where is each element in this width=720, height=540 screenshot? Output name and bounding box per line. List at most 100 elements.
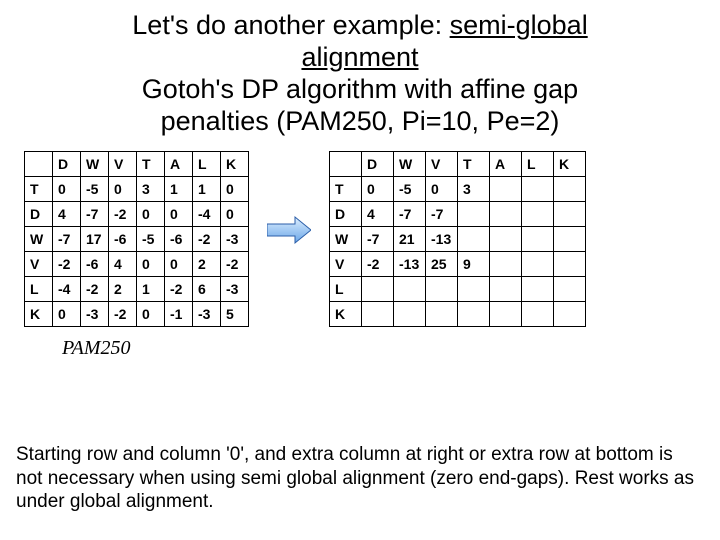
cell <box>554 202 586 227</box>
cell <box>554 252 586 277</box>
cell: 1 <box>137 277 165 302</box>
table-row: D 4 -7 -2 0 0 -4 0 <box>25 202 249 227</box>
cell: -4 <box>193 202 221 227</box>
cell: 0 <box>165 202 193 227</box>
col-header: K <box>554 152 586 177</box>
col-header: T <box>137 152 165 177</box>
cell: -7 <box>426 202 458 227</box>
pam250-table: D W V T A L K T 0 -5 0 3 1 1 0 D 4 - <box>24 151 249 327</box>
row-header: D <box>330 202 362 227</box>
table-header-row: D W V T A L K <box>330 152 586 177</box>
cell: -2 <box>109 202 137 227</box>
cell: 0 <box>137 202 165 227</box>
cell <box>490 227 522 252</box>
cell: -13 <box>426 227 458 252</box>
cell: 0 <box>221 202 249 227</box>
col-header: V <box>109 152 137 177</box>
table-row: L -4 -2 2 1 -2 6 -3 <box>25 277 249 302</box>
arrow-right-icon <box>267 215 311 245</box>
cell: 0 <box>53 177 81 202</box>
cell: 2 <box>109 277 137 302</box>
cell <box>394 302 426 327</box>
cell: -2 <box>53 252 81 277</box>
cell: -3 <box>81 302 109 327</box>
row-header: K <box>330 302 362 327</box>
cell: -13 <box>394 252 426 277</box>
row-header: T <box>25 177 53 202</box>
cell <box>522 202 554 227</box>
cell <box>554 302 586 327</box>
cell: 6 <box>193 277 221 302</box>
title-line1-ul: semi-global <box>450 10 588 40</box>
cell: 0 <box>426 177 458 202</box>
title-line2: alignment <box>301 42 418 72</box>
cell <box>490 252 522 277</box>
table-row: L <box>330 277 586 302</box>
dp-table: D W V T A L K T 0 -5 0 3 D 4 -7 <box>329 151 586 327</box>
col-header: A <box>490 152 522 177</box>
pam250-caption: PAM250 <box>62 337 692 360</box>
row-header: D <box>25 202 53 227</box>
table-row: D 4 -7 -7 <box>330 202 586 227</box>
cell: 25 <box>426 252 458 277</box>
footer-text: Starting row and column '0', and extra c… <box>16 443 704 514</box>
cell: 0 <box>109 177 137 202</box>
cell: -7 <box>394 202 426 227</box>
cell: 4 <box>362 202 394 227</box>
cell: -5 <box>137 227 165 252</box>
table-corner <box>25 152 53 177</box>
cell <box>554 277 586 302</box>
cell: -6 <box>109 227 137 252</box>
cell <box>362 277 394 302</box>
tables-row: D W V T A L K T 0 -5 0 3 1 1 0 D 4 - <box>24 151 692 327</box>
cell: 3 <box>458 177 490 202</box>
cell: 21 <box>394 227 426 252</box>
table-row: V -2 -6 4 0 0 2 -2 <box>25 252 249 277</box>
cell: -7 <box>362 227 394 252</box>
title-line1-pre: Let's do another example: <box>132 10 449 40</box>
cell <box>522 277 554 302</box>
col-header: L <box>193 152 221 177</box>
arrow-wrap <box>267 151 311 245</box>
col-header: D <box>362 152 394 177</box>
row-header: L <box>330 277 362 302</box>
cell: -5 <box>394 177 426 202</box>
row-header: W <box>25 227 53 252</box>
cell <box>490 277 522 302</box>
title-line3: Gotoh's DP algorithm with affine gap <box>142 74 578 104</box>
col-header: V <box>426 152 458 177</box>
cell: -2 <box>362 252 394 277</box>
cell: -3 <box>221 227 249 252</box>
col-header: W <box>394 152 426 177</box>
cell: 0 <box>221 177 249 202</box>
col-header: T <box>458 152 490 177</box>
cell: -1 <box>165 302 193 327</box>
cell: -4 <box>53 277 81 302</box>
cell: -2 <box>221 252 249 277</box>
page-title: Let's do another example: semi-global al… <box>28 10 692 137</box>
table-header-row: D W V T A L K <box>25 152 249 177</box>
cell <box>554 227 586 252</box>
cell: -2 <box>109 302 137 327</box>
table-corner <box>330 152 362 177</box>
cell: -5 <box>81 177 109 202</box>
cell <box>522 302 554 327</box>
cell <box>458 277 490 302</box>
table-row: T 0 -5 0 3 1 1 0 <box>25 177 249 202</box>
cell: 17 <box>81 227 109 252</box>
cell: 0 <box>165 252 193 277</box>
cell <box>490 202 522 227</box>
cell: 0 <box>137 302 165 327</box>
table-row: T 0 -5 0 3 <box>330 177 586 202</box>
cell: 0 <box>137 252 165 277</box>
cell <box>458 227 490 252</box>
row-header: V <box>330 252 362 277</box>
cell <box>394 277 426 302</box>
cell <box>458 202 490 227</box>
cell: 2 <box>193 252 221 277</box>
cell <box>362 302 394 327</box>
cell: -2 <box>81 277 109 302</box>
cell <box>554 177 586 202</box>
cell <box>490 177 522 202</box>
cell <box>522 252 554 277</box>
